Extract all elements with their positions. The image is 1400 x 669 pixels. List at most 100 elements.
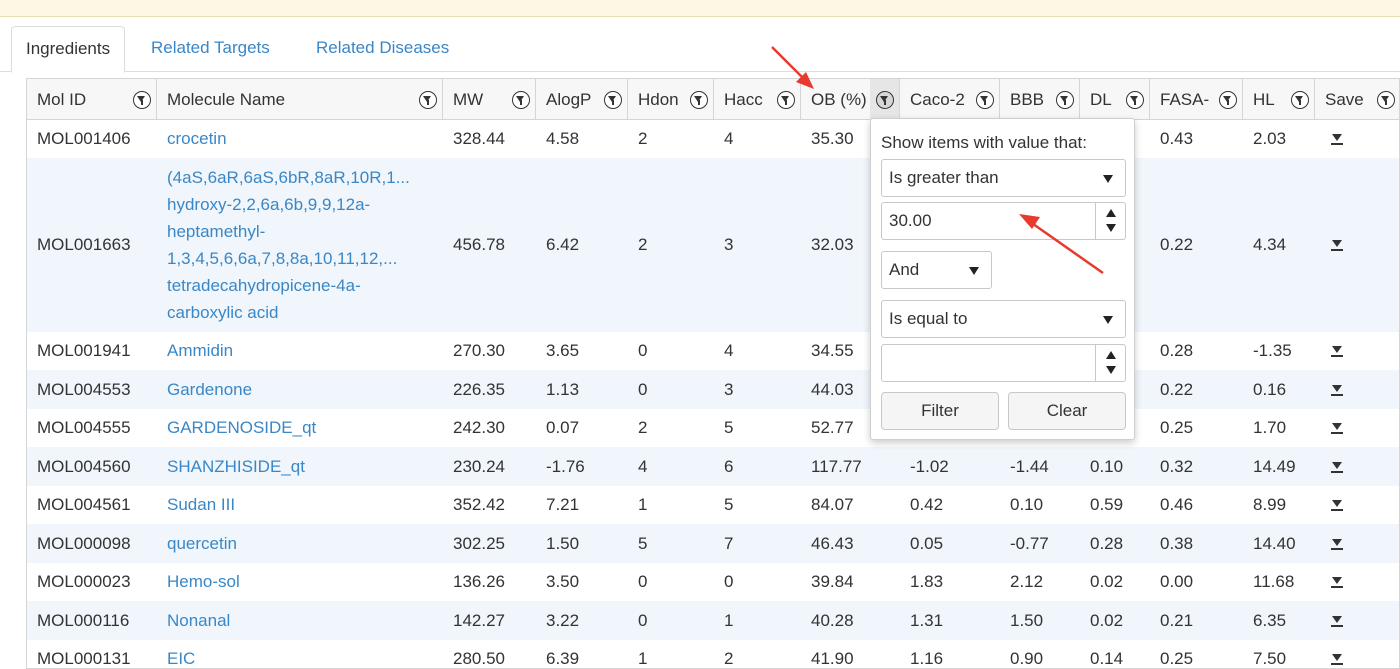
column-header-molecule-name[interactable]: Molecule Name bbox=[157, 79, 443, 120]
cell-molecule-name[interactable]: Ammidin bbox=[157, 332, 443, 370]
molecule-name-line[interactable]: Nonanal bbox=[167, 611, 230, 631]
value1-input[interactable]: 30.00 bbox=[881, 202, 1126, 240]
filter-icon[interactable] bbox=[1291, 91, 1309, 109]
cell-molecule-name[interactable]: (4aS,6aR,6aS,6bR,8aR,10R,1... hydroxy-2,2… bbox=[157, 158, 443, 332]
filter-icon[interactable] bbox=[690, 91, 708, 109]
cell-save[interactable] bbox=[1315, 158, 1399, 332]
table-row[interactable]: MOL001406 crocetin 328.44 4.58 2 4 35.30 0.43 2.… bbox=[27, 120, 1399, 158]
cell-molecule-name[interactable]: EIC bbox=[157, 640, 443, 668]
molecule-name-line[interactable]: quercetin bbox=[167, 534, 237, 554]
cell-molecule-name[interactable]: SHANZHISIDE_qt bbox=[157, 447, 443, 486]
molecule-name-line[interactable]: carboxylic acid bbox=[167, 299, 433, 326]
molecule-name-line[interactable]: SHANZHISIDE_qt bbox=[167, 457, 305, 477]
download-icon[interactable] bbox=[1331, 422, 1343, 434]
table-row[interactable]: MOL001941 Ammidin 270.30 3.65 0 4 34.55 0.28 -1.… bbox=[27, 332, 1399, 370]
cell-hl: 11.68 bbox=[1253, 572, 1295, 591]
stepper-down-icon[interactable] bbox=[1106, 224, 1116, 232]
filter-icon[interactable] bbox=[876, 91, 894, 109]
download-icon[interactable] bbox=[1331, 499, 1343, 511]
download-icon[interactable] bbox=[1331, 653, 1343, 665]
filter-icon[interactable] bbox=[512, 91, 530, 109]
molecule-name-line[interactable]: Gardenone bbox=[167, 380, 252, 400]
logic-select[interactable]: And bbox=[881, 251, 992, 289]
cell-save[interactable] bbox=[1315, 447, 1399, 486]
table-row[interactable]: MOL004561 Sudan III 352.42 7.21 1 5 84.07 0.42 0… bbox=[27, 486, 1399, 524]
filter-icon[interactable] bbox=[1056, 91, 1074, 109]
cell-hl: 2.03 bbox=[1253, 129, 1287, 148]
cell-molecule-name[interactable]: Sudan III bbox=[157, 486, 443, 524]
table-row[interactable]: MOL004560 SHANZHISIDE_qt 230.24 -1.76 4 6 117.… bbox=[27, 447, 1399, 486]
cell-save[interactable] bbox=[1315, 601, 1399, 640]
tab-related-targets[interactable]: Related Targets bbox=[137, 26, 284, 73]
cell-molecule-name[interactable]: Hemo-sol bbox=[157, 563, 443, 601]
operator2-select[interactable]: Is equal to bbox=[881, 300, 1126, 338]
stepper-up-icon[interactable] bbox=[1106, 209, 1116, 217]
cell-save[interactable] bbox=[1315, 563, 1399, 601]
cell-save[interactable] bbox=[1315, 640, 1399, 668]
cell-mw: 270.30 bbox=[453, 341, 505, 360]
molecule-name-line[interactable]: heptamethyl- bbox=[167, 218, 433, 245]
filter-icon[interactable] bbox=[1126, 91, 1144, 109]
table-row[interactable]: MOL004553 Gardenone 226.35 1.13 0 3 44.03 0.22 0… bbox=[27, 370, 1399, 409]
molecule-name-line[interactable]: Hemo-sol bbox=[167, 572, 240, 592]
download-icon[interactable] bbox=[1331, 345, 1343, 357]
cell-mw: 226.35 bbox=[453, 379, 505, 399]
table-row[interactable]: MOL004555 GARDENOSIDE_qt 242.30 0.07 2 5 52.77… bbox=[27, 409, 1399, 447]
filter-icon[interactable] bbox=[133, 91, 151, 109]
molecule-name-line[interactable]: tetradecahydropicene-4a- bbox=[167, 272, 433, 299]
tab-ingredients[interactable]: Ingredients bbox=[11, 26, 126, 73]
filter-icon[interactable] bbox=[419, 91, 437, 109]
table-row[interactable]: MOL000098 quercetin 302.25 1.50 5 7 46.43 0.05 -… bbox=[27, 524, 1399, 563]
cell-molecule-name[interactable]: quercetin bbox=[157, 524, 443, 563]
cell-save[interactable] bbox=[1315, 524, 1399, 563]
download-icon[interactable] bbox=[1331, 576, 1343, 588]
cell-save[interactable] bbox=[1315, 409, 1399, 447]
download-icon[interactable] bbox=[1331, 239, 1343, 251]
molecule-name-line[interactable]: hydroxy-2,2,6a,6b,9,9,12a- bbox=[167, 191, 433, 218]
cell-ob: 39.84 bbox=[811, 572, 854, 591]
download-icon[interactable] bbox=[1331, 615, 1343, 627]
cell-mol-id: MOL001663 bbox=[37, 235, 131, 254]
cell-save[interactable] bbox=[1315, 120, 1399, 158]
cell-save[interactable] bbox=[1315, 370, 1399, 409]
value1-stepper[interactable] bbox=[1095, 203, 1125, 239]
cell-save[interactable] bbox=[1315, 486, 1399, 524]
cell-molecule-name[interactable]: crocetin bbox=[157, 120, 443, 158]
cell-molecule-name[interactable]: GARDENOSIDE_qt bbox=[157, 409, 443, 447]
cell-hdon: 1 bbox=[638, 495, 648, 514]
cell-save[interactable] bbox=[1315, 332, 1399, 370]
tab-related-diseases[interactable]: Related Diseases bbox=[302, 26, 463, 73]
molecule-name-line[interactable]: (4aS,6aR,6aS,6bR,8aR,10R,1... bbox=[167, 164, 433, 191]
cell-mw: 230.24 bbox=[453, 456, 505, 476]
stepper-up-icon[interactable] bbox=[1106, 351, 1116, 359]
molecule-name-line[interactable]: EIC bbox=[167, 649, 195, 668]
filter-icon[interactable] bbox=[1219, 91, 1237, 109]
molecule-name-line[interactable]: Ammidin bbox=[167, 341, 233, 361]
molecule-name-line[interactable]: crocetin bbox=[167, 129, 227, 149]
filter-icon[interactable] bbox=[1377, 91, 1395, 109]
cell-mol-id: MOL004555 bbox=[37, 418, 131, 437]
cell-molecule-name[interactable]: Gardenone bbox=[157, 370, 443, 409]
filter-button[interactable]: Filter bbox=[881, 392, 999, 430]
value2-stepper[interactable] bbox=[1095, 345, 1125, 381]
download-icon[interactable] bbox=[1331, 461, 1343, 473]
molecule-name-line[interactable]: GARDENOSIDE_qt bbox=[167, 418, 316, 438]
stepper-down-icon[interactable] bbox=[1106, 366, 1116, 374]
filter-icon[interactable] bbox=[976, 91, 994, 109]
download-icon[interactable] bbox=[1331, 384, 1343, 396]
table-row[interactable]: MOL001663 (4aS,6aR,6aS,6bR,8aR,10R,1... hy… bbox=[27, 158, 1399, 332]
table-row[interactable]: MOL000131 EIC 280.50 6.39 1 2 41.90 1.16 0.90 0.1… bbox=[27, 640, 1399, 668]
logic-value: And bbox=[889, 260, 920, 279]
table-row[interactable]: MOL000116 Nonanal 142.27 3.22 0 1 40.28 1.31 1.5… bbox=[27, 601, 1399, 640]
cell-molecule-name[interactable]: Nonanal bbox=[157, 601, 443, 640]
molecule-name-line[interactable]: 1,3,4,5,6,6a,7,8,8a,10,11,12,... bbox=[167, 245, 433, 272]
filter-icon[interactable] bbox=[777, 91, 795, 109]
filter-icon[interactable] bbox=[604, 91, 622, 109]
download-icon[interactable] bbox=[1331, 133, 1343, 145]
clear-button[interactable]: Clear bbox=[1008, 392, 1126, 430]
value2-input[interactable] bbox=[881, 344, 1126, 382]
table-row[interactable]: MOL000023 Hemo-sol 136.26 3.50 0 0 39.84 1.83 2.… bbox=[27, 563, 1399, 601]
molecule-name-line[interactable]: Sudan III bbox=[167, 495, 235, 515]
download-icon[interactable] bbox=[1331, 538, 1343, 550]
operator1-select[interactable]: Is greater than bbox=[881, 159, 1126, 197]
